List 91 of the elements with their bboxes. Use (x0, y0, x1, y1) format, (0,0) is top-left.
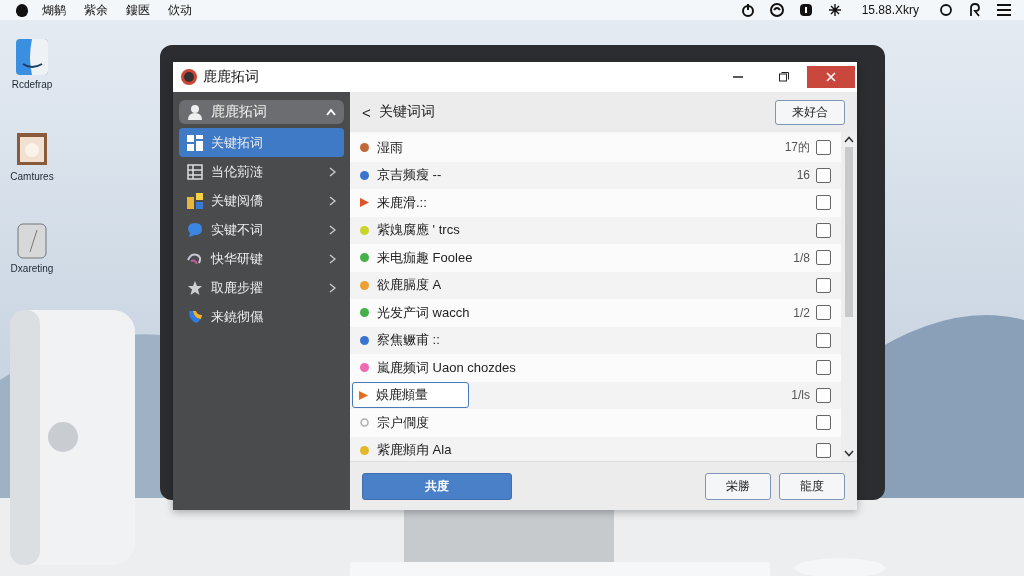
menu-item[interactable]: 鏤匧 (126, 1, 150, 19)
checkbox[interactable] (816, 387, 831, 403)
grid-icon (187, 134, 203, 151)
item-count: 1/8 (793, 250, 810, 265)
footer-button[interactable]: 栄勝 (705, 472, 771, 500)
sidebar-item[interactable]: 关键阅僑 (179, 186, 344, 215)
item-text: 湿雨 (377, 138, 403, 157)
menu-icon[interactable] (996, 3, 1012, 17)
sidebar-item[interactable]: 关键拓词 (179, 128, 344, 157)
list-row[interactable]: 欲鹿膈度 A (350, 271, 841, 299)
checkbox[interactable] (816, 140, 831, 156)
chevron-icon (329, 253, 336, 264)
item-text: 嵐鹿频词 Uaon chozdes (377, 358, 516, 377)
checkbox[interactable] (816, 195, 831, 211)
chevron-icon (329, 282, 336, 293)
item-text: 京吉频瘦 -- (377, 166, 442, 185)
item-text: 来电痂趣 Foolee (377, 248, 473, 267)
apple-icon[interactable] (16, 3, 28, 17)
item-text: 紫媿腐應 ' trcs (377, 221, 460, 240)
item-count: 1/2 (793, 305, 810, 320)
close-icon (825, 71, 837, 83)
selected-item[interactable]: 娛鹿頫量 (352, 382, 469, 409)
scroll-up-icon[interactable] (844, 136, 854, 143)
table-icon (187, 163, 203, 180)
list-row[interactable]: 京吉频瘦 -- 16 (350, 161, 841, 189)
star-icon (187, 279, 203, 296)
scrollbar[interactable] (841, 132, 857, 461)
sidebar-item[interactable]: 取鹿步擢 (179, 273, 344, 302)
scrollbar-thumb[interactable] (845, 147, 853, 317)
list-row[interactable]: 光发产词 wacch 1/2 (350, 299, 841, 327)
checkbox[interactable] (816, 360, 831, 376)
footer-button[interactable]: 龍度 (779, 472, 845, 500)
power-icon[interactable] (739, 3, 756, 17)
chevron-icon (329, 195, 336, 206)
person-icon (187, 104, 203, 120)
sidebar-header[interactable]: 鹿鹿拓词 (179, 100, 344, 124)
badge-icon[interactable] (797, 3, 814, 17)
section-title: 关键词词 (378, 103, 436, 121)
checkbox[interactable] (816, 442, 831, 458)
list-row[interactable]: 湿雨 17的 (350, 134, 841, 162)
checkbox[interactable] (816, 305, 831, 321)
clock[interactable]: 15.88.Xkry (861, 3, 919, 17)
menu-item[interactable]: 紫余 (84, 1, 108, 19)
item-count: 17的 (784, 139, 810, 157)
sidebar-item[interactable]: 快华研键 (179, 244, 344, 273)
icon-label[interactable]: Rcdefrap (11, 79, 53, 90)
window-title: 鹿鹿拓词 (203, 68, 260, 86)
list-row[interactable]: 嵐鹿频词 Uaon chozdes (350, 354, 841, 382)
checkbox[interactable] (816, 250, 831, 266)
chevron-icon (329, 224, 336, 235)
icon-label[interactable]: Dxareting (10, 263, 54, 274)
list-row[interactable]: 宗户僴度 (350, 409, 841, 437)
back-button[interactable]: < (362, 103, 371, 121)
chevron-icon (329, 166, 336, 177)
sidebar-item[interactable]: 当伦莂涟 (179, 157, 344, 186)
item-count: 16 (796, 168, 810, 183)
item-text: 光发产词 wacch (377, 303, 470, 322)
primary-button[interactable]: 共度 (362, 472, 512, 500)
list-row[interactable]: 来鹿滑.:: (350, 189, 841, 217)
checkbox[interactable] (816, 332, 831, 348)
checkbox[interactable] (816, 415, 831, 431)
sidebar-header-label: 鹿鹿拓词 (211, 103, 268, 121)
sidebar-item[interactable]: 来鐃彻儑 (179, 302, 344, 331)
item-text: 紫鹿頫甪 Ala (377, 441, 452, 460)
finder-icon[interactable] (15, 38, 49, 76)
checkbox[interactable] (816, 167, 831, 183)
checkbox[interactable] (816, 277, 831, 293)
maximize-icon (778, 71, 790, 83)
menu-item[interactable]: 佽动 (168, 1, 192, 19)
toolbar-button[interactable]: 来好合 (775, 99, 845, 125)
sparkle-icon[interactable] (826, 3, 843, 17)
photo-frame-icon[interactable] (15, 130, 49, 168)
item-text: 来鹿滑.:: (377, 193, 427, 212)
icon-label[interactable]: Camtures (10, 171, 54, 182)
list-row[interactable]: 察焦鳜甫 :: (350, 326, 841, 354)
list-row[interactable]: 紫媿腐應 ' trcs (350, 216, 841, 244)
search-icon[interactable] (938, 3, 954, 17)
item-text: 欲鹿膈度 A (377, 276, 442, 295)
blocks-icon (187, 192, 203, 209)
menu-item[interactable]: 煳鹟 (42, 1, 66, 19)
checkbox[interactable] (816, 222, 831, 238)
item-text: 察焦鳜甫 :: (377, 331, 440, 350)
item-count: 1/ls (791, 388, 810, 403)
ribbon-icon (187, 308, 203, 325)
list-row[interactable]: 来电痂趣 Foolee 1/8 (350, 244, 841, 272)
app-logo-icon (181, 69, 197, 85)
swirl-icon[interactable] (768, 3, 785, 17)
item-text: 宗户僴度 (377, 413, 429, 432)
chat-bubble-icon (187, 221, 203, 238)
scroll-down-icon[interactable] (844, 450, 854, 457)
sidebar-item[interactable]: 实键不词 (179, 215, 344, 244)
